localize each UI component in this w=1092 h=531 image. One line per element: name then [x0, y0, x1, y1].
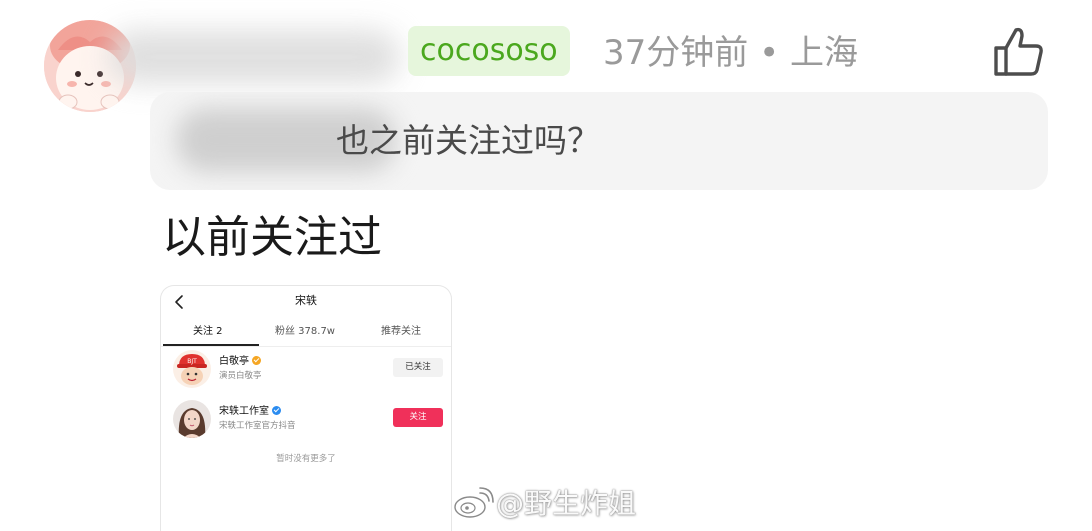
tab-recommended[interactable]: 推荐关注	[381, 322, 421, 337]
user-avatar[interactable]	[173, 400, 211, 438]
portrait-photo-icon	[173, 400, 211, 438]
cartoon-avatar-icon: BJT	[173, 350, 211, 388]
username-blur	[108, 30, 400, 84]
quoted-reply[interactable]: 也之前关注过吗？	[150, 92, 1048, 190]
weibo-icon	[454, 487, 494, 518]
comment-time: 37分钟前	[603, 33, 749, 73]
follow-tabs: 关注 2 粉丝 378.7w 推荐关注	[161, 322, 451, 347]
user-name[interactable]: 宋轶工作室	[219, 402, 281, 417]
user-description: 宋轶工作室官方抖音	[219, 421, 296, 431]
tab-following[interactable]: 关注 2	[193, 322, 223, 337]
reply-text: 以前关注过	[162, 212, 382, 263]
user-name[interactable]: 白敬亭	[219, 352, 261, 367]
comment-location: 上海	[789, 33, 858, 73]
watermark-text: @野生炸姐	[496, 487, 637, 520]
watermark: @野生炸姐	[452, 486, 636, 522]
comment-meta: 37分钟前 • 上海	[603, 30, 858, 76]
verified-badge-icon	[252, 356, 261, 365]
follow-button[interactable]: 关注	[393, 408, 443, 427]
no-more-text: 暂时没有更多了	[276, 454, 336, 464]
tab-divider	[161, 346, 451, 347]
tab-fans[interactable]: 粉丝 378.7w	[275, 322, 335, 337]
embedded-screenshot[interactable]: 宋轶 关注 2 粉丝 378.7w 推荐关注 BJT 白敬亭 演员白敬亭 已关注	[160, 285, 452, 531]
user-tag: cocososo	[408, 26, 570, 76]
thumbs-up-icon[interactable]	[990, 24, 1046, 80]
verified-badge-icon	[272, 406, 281, 415]
user-name-text: 宋轶工作室	[219, 406, 269, 417]
followed-button[interactable]: 已关注	[393, 358, 443, 377]
svg-text:BJT: BJT	[187, 358, 197, 365]
user-row[interactable]: BJT 白敬亭 演员白敬亭 已关注	[161, 348, 451, 392]
user-avatar[interactable]: BJT	[173, 350, 211, 388]
user-row[interactable]: 宋轶工作室 宋轶工作室官方抖音 关注	[161, 398, 451, 442]
quoted-reply-text: 也之前关注过吗？	[336, 121, 600, 160]
profile-title: 宋轶	[295, 294, 317, 307]
meta-separator: •	[759, 33, 780, 73]
user-description: 演员白敬亭	[219, 371, 262, 381]
user-name-text: 白敬亭	[219, 356, 249, 367]
